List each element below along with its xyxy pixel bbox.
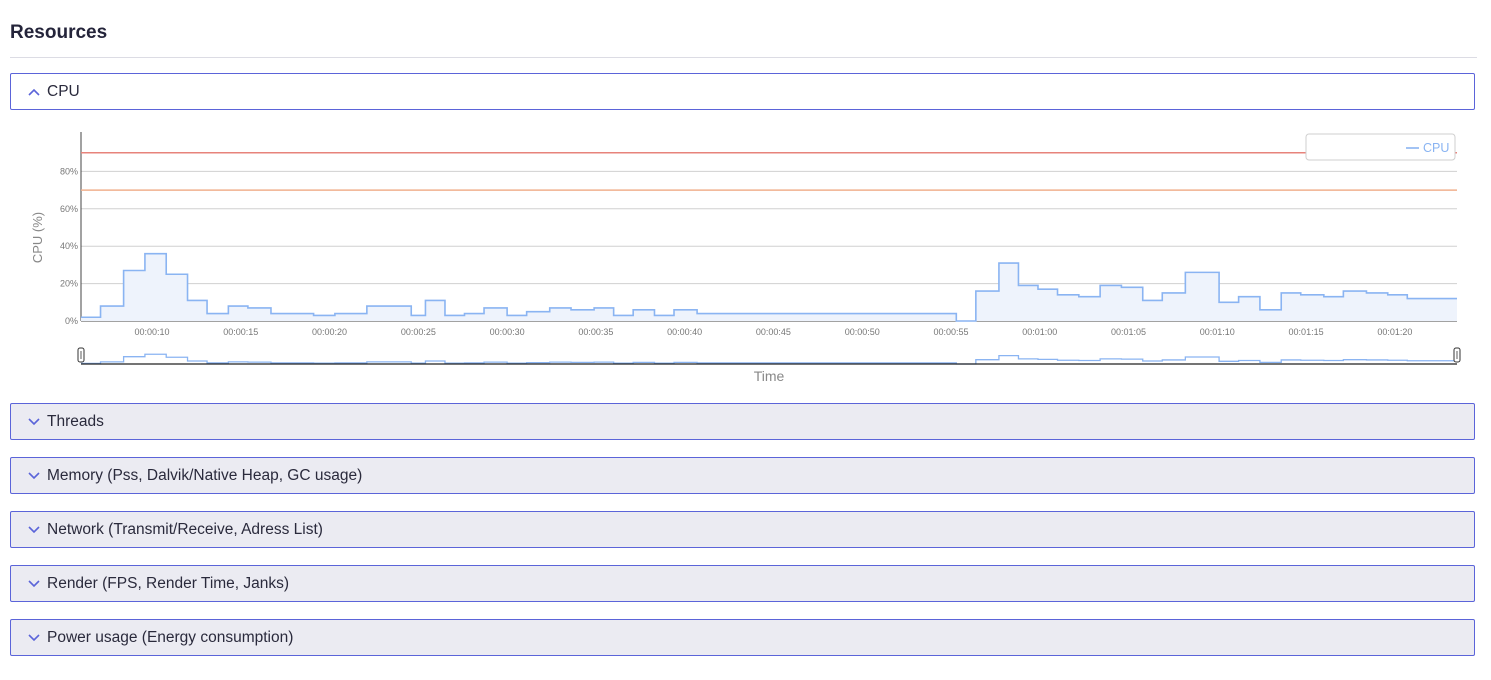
chevron-down-icon (27, 631, 41, 645)
navigator-series (81, 353, 1457, 365)
y-tick-label: 60% (60, 204, 78, 214)
accordion-label: Network (Transmit/Receive, Adress List) (47, 520, 323, 538)
page-title: Resources (10, 22, 108, 43)
chevron-down-icon (27, 469, 41, 483)
legend-label: CPU (1423, 141, 1449, 155)
title-divider (10, 57, 1477, 58)
x-tick-label: 00:01:10 (1200, 327, 1235, 337)
cpu-chart: 0% 20% 40% 60% 80% 00:00:10 00:00:15 00:00:20 00… (30, 132, 1461, 384)
x-tick-label: 00:00:25 (401, 327, 436, 337)
x-tick-label: 00:00:55 (933, 327, 968, 337)
x-tick-label: 00:00:35 (578, 327, 613, 337)
accordion-render[interactable]: Render (FPS, Render Time, Janks) (10, 565, 1475, 602)
x-tick-label: 00:01:05 (1111, 327, 1146, 337)
x-tick-label: 00:01:20 (1377, 327, 1412, 337)
accordion-label: Power usage (Energy consumption) (47, 628, 294, 646)
y-tick-label: 0% (65, 316, 78, 326)
accordion-label: Render (FPS, Render Time, Janks) (47, 574, 290, 592)
x-tick-label: 00:01:15 (1289, 327, 1324, 337)
chevron-up-icon (27, 85, 41, 99)
chevron-down-icon (27, 577, 41, 591)
accordion-label: Threads (47, 412, 104, 430)
x-tick-label: 00:00:10 (134, 327, 169, 337)
cpu-series-area (81, 253, 1457, 321)
y-axis-label: CPU (%) (30, 212, 45, 263)
chevron-down-icon (27, 415, 41, 429)
y-tick-label: 80% (60, 166, 78, 176)
accordion-label: Memory (Pss, Dalvik/Native Heap, GC usag… (47, 466, 363, 484)
chevron-down-icon (27, 523, 41, 537)
accordion-label: CPU (47, 82, 80, 100)
accordion-network[interactable]: Network (Transmit/Receive, Adress List) (10, 511, 1475, 548)
y-tick-label: 40% (60, 241, 78, 251)
x-tick-label: 00:00:45 (756, 327, 791, 337)
y-tick-label: 20% (60, 279, 78, 289)
accordion-memory[interactable]: Memory (Pss, Dalvik/Native Heap, GC usag… (10, 457, 1475, 494)
accordion-power-usage[interactable]: Power usage (Energy consumption) (10, 619, 1475, 656)
x-tick-label: 00:00:30 (490, 327, 525, 337)
x-axis-label: Time (754, 368, 785, 384)
x-tick-label: 00:00:40 (667, 327, 702, 337)
x-tick-label: 00:01:00 (1022, 327, 1057, 337)
x-tick-label: 00:00:50 (845, 327, 880, 337)
x-tick-label: 00:00:20 (312, 327, 347, 337)
accordion-cpu[interactable]: CPU (10, 73, 1475, 110)
x-tick-label: 00:00:15 (223, 327, 258, 337)
accordion-threads[interactable]: Threads (10, 403, 1475, 440)
